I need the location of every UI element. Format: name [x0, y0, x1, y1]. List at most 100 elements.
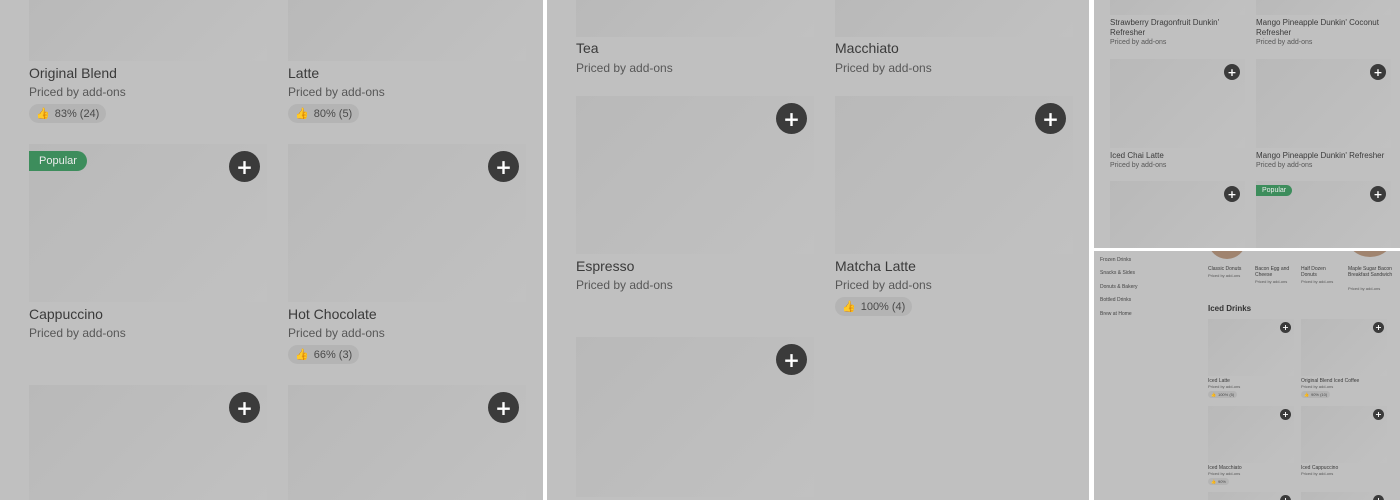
item-price: Priced by add-ons	[835, 61, 932, 75]
item-image-tea[interactable]	[576, 0, 814, 37]
plus-icon: +	[1042, 106, 1059, 131]
plus-icon: +	[783, 106, 800, 131]
item-name[interactable]: Tea	[576, 40, 599, 56]
item-price: Priced by add-ons	[576, 278, 673, 292]
add-button[interactable]: +	[1280, 409, 1291, 420]
item-name[interactable]: Mango Pineapple Dunkin' Refresher	[1256, 151, 1391, 161]
rating-badge: 👍 90% (10)	[1301, 391, 1331, 398]
category-link-snacks-sides[interactable]: Snacks & Sides	[1100, 270, 1135, 276]
thumbs-up-icon: 👍	[36, 107, 50, 120]
rating-text: 100% (5)	[1217, 392, 1235, 397]
plus-icon: +	[1373, 65, 1383, 79]
rating-text: 80% (5)	[313, 107, 353, 120]
add-button[interactable]: +	[776, 344, 807, 375]
menu-panel-refreshers: Strawberry Dragonfruit Dunkin' Refresher…	[1094, 0, 1400, 248]
add-button[interactable]: +	[1373, 409, 1384, 420]
add-button[interactable]: +	[1280, 495, 1291, 500]
menu-panel-more-drinks: Tea Priced by add-ons Macchiato Priced b…	[547, 0, 1089, 500]
rating-text: 90%	[1217, 479, 1226, 484]
item-price: Priced by add-ons	[1301, 279, 1334, 284]
add-button[interactable]: +	[488, 392, 519, 423]
item-price: Priced by add-ons	[1208, 384, 1241, 389]
plus-icon: +	[236, 154, 253, 179]
item-price: Priced by add-ons	[1348, 286, 1381, 291]
item-price: Priced by add-ons	[1256, 162, 1313, 169]
item-price: Priced by add-ons	[1301, 384, 1334, 389]
item-name[interactable]: Iced Chai Latte	[1110, 151, 1245, 161]
add-button[interactable]: +	[1373, 322, 1384, 333]
item-price: Priced by add-ons	[1301, 471, 1334, 476]
item-name[interactable]: Matcha Latte	[835, 258, 916, 274]
item-name[interactable]: Espresso	[576, 258, 634, 274]
add-button[interactable]: +	[1280, 322, 1291, 333]
item-image-macchiato[interactable]	[835, 0, 1073, 37]
thumbs-up-icon: 👍	[842, 300, 856, 313]
item-image-latte[interactable]	[288, 0, 526, 61]
rating-badge: 👍 100% (5)	[1208, 391, 1238, 398]
item-price: Priced by add-ons	[1256, 39, 1313, 46]
add-button[interactable]: +	[1224, 186, 1240, 202]
item-image[interactable]	[1256, 0, 1391, 15]
plus-icon: +	[1227, 187, 1237, 201]
popular-badge: Popular	[29, 151, 87, 171]
add-button[interactable]: +	[1370, 64, 1386, 80]
rating-text: 100% (4)	[860, 300, 906, 313]
plus-icon: +	[1282, 495, 1289, 500]
item-name[interactable]: Maple Sugar Bacon Breakfast Sandwich	[1348, 266, 1394, 278]
item-name[interactable]: Mango Pineapple Dunkin' Coconut Refreshe…	[1256, 18, 1391, 38]
item-price: Priced by add-ons	[1255, 279, 1288, 284]
add-button[interactable]: +	[1370, 186, 1386, 202]
plus-icon: +	[1282, 322, 1289, 332]
rating-badge: 👍 83% (24)	[29, 104, 107, 123]
item-price: Priced by add-ons	[835, 278, 932, 292]
plus-icon: +	[495, 395, 512, 420]
item-name[interactable]: Original Blend	[29, 65, 117, 81]
plus-icon: +	[1373, 187, 1383, 201]
plus-icon: +	[1375, 495, 1382, 500]
item-price: Priced by add-ons	[1208, 471, 1241, 476]
category-link-bottled-drinks[interactable]: Bottled Drinks	[1100, 297, 1131, 303]
rating-text: 83% (24)	[54, 107, 100, 120]
category-link-frozen-drinks[interactable]: Frozen Drinks	[1100, 257, 1131, 263]
item-price: Priced by add-ons	[288, 85, 385, 99]
add-button[interactable]: +	[1373, 495, 1384, 500]
item-name[interactable]: Classic Donuts	[1208, 266, 1252, 272]
rating-badge: 👍 100% (4)	[835, 297, 913, 316]
plus-icon: +	[783, 347, 800, 372]
menu-panel-iced-drinks: Frozen Drinks Snacks & Sides Donuts & Ba…	[1094, 251, 1400, 500]
thumbs-up-icon: 👍	[1211, 392, 1216, 397]
add-button[interactable]: +	[488, 151, 519, 182]
plus-icon: +	[1282, 409, 1289, 419]
plus-icon: +	[236, 395, 253, 420]
category-link-donuts-bakery[interactable]: Donuts & Bakery	[1100, 284, 1138, 290]
section-title: Iced Drinks	[1208, 304, 1252, 313]
add-button[interactable]: +	[229, 392, 260, 423]
thumbs-up-icon: 👍	[295, 348, 309, 361]
category-link-brew-at-home[interactable]: Brew at Home	[1100, 311, 1132, 317]
item-price: Priced by add-ons	[576, 61, 673, 75]
item-image-original-blend[interactable]	[29, 0, 267, 61]
plus-icon: +	[1375, 322, 1382, 332]
item-name[interactable]: Hot Chocolate	[288, 306, 377, 322]
item-image-classic-donuts[interactable]	[1208, 251, 1246, 259]
item-name[interactable]: Half Dozen Donuts	[1301, 266, 1337, 278]
plus-icon: +	[495, 154, 512, 179]
add-button[interactable]: +	[776, 103, 807, 134]
item-name[interactable]: Cappuccino	[29, 306, 103, 322]
thumbs-up-icon: 👍	[1211, 479, 1216, 484]
add-button[interactable]: +	[1035, 103, 1066, 134]
popular-badge: Popular	[1256, 185, 1293, 196]
add-button[interactable]: +	[1224, 64, 1240, 80]
rating-text: 90% (10)	[1310, 392, 1328, 397]
item-name[interactable]: Latte	[288, 65, 319, 81]
item-image[interactable]	[1110, 0, 1245, 15]
item-price: Priced by add-ons	[1208, 273, 1241, 278]
item-name[interactable]: Bacon Egg and Cheese	[1255, 266, 1295, 278]
item-image-maple-sandwich[interactable]	[1348, 251, 1392, 257]
menu-panel-hot-drinks: Original Blend Priced by add-ons 👍 83% (…	[0, 0, 543, 500]
item-name[interactable]: Strawberry Dragonfruit Dunkin' Refresher	[1110, 18, 1245, 38]
item-name[interactable]: Macchiato	[835, 40, 899, 56]
add-button[interactable]: +	[229, 151, 260, 182]
rating-badge: 👍 80% (5)	[288, 104, 360, 123]
item-price: Priced by add-ons	[1110, 39, 1167, 46]
